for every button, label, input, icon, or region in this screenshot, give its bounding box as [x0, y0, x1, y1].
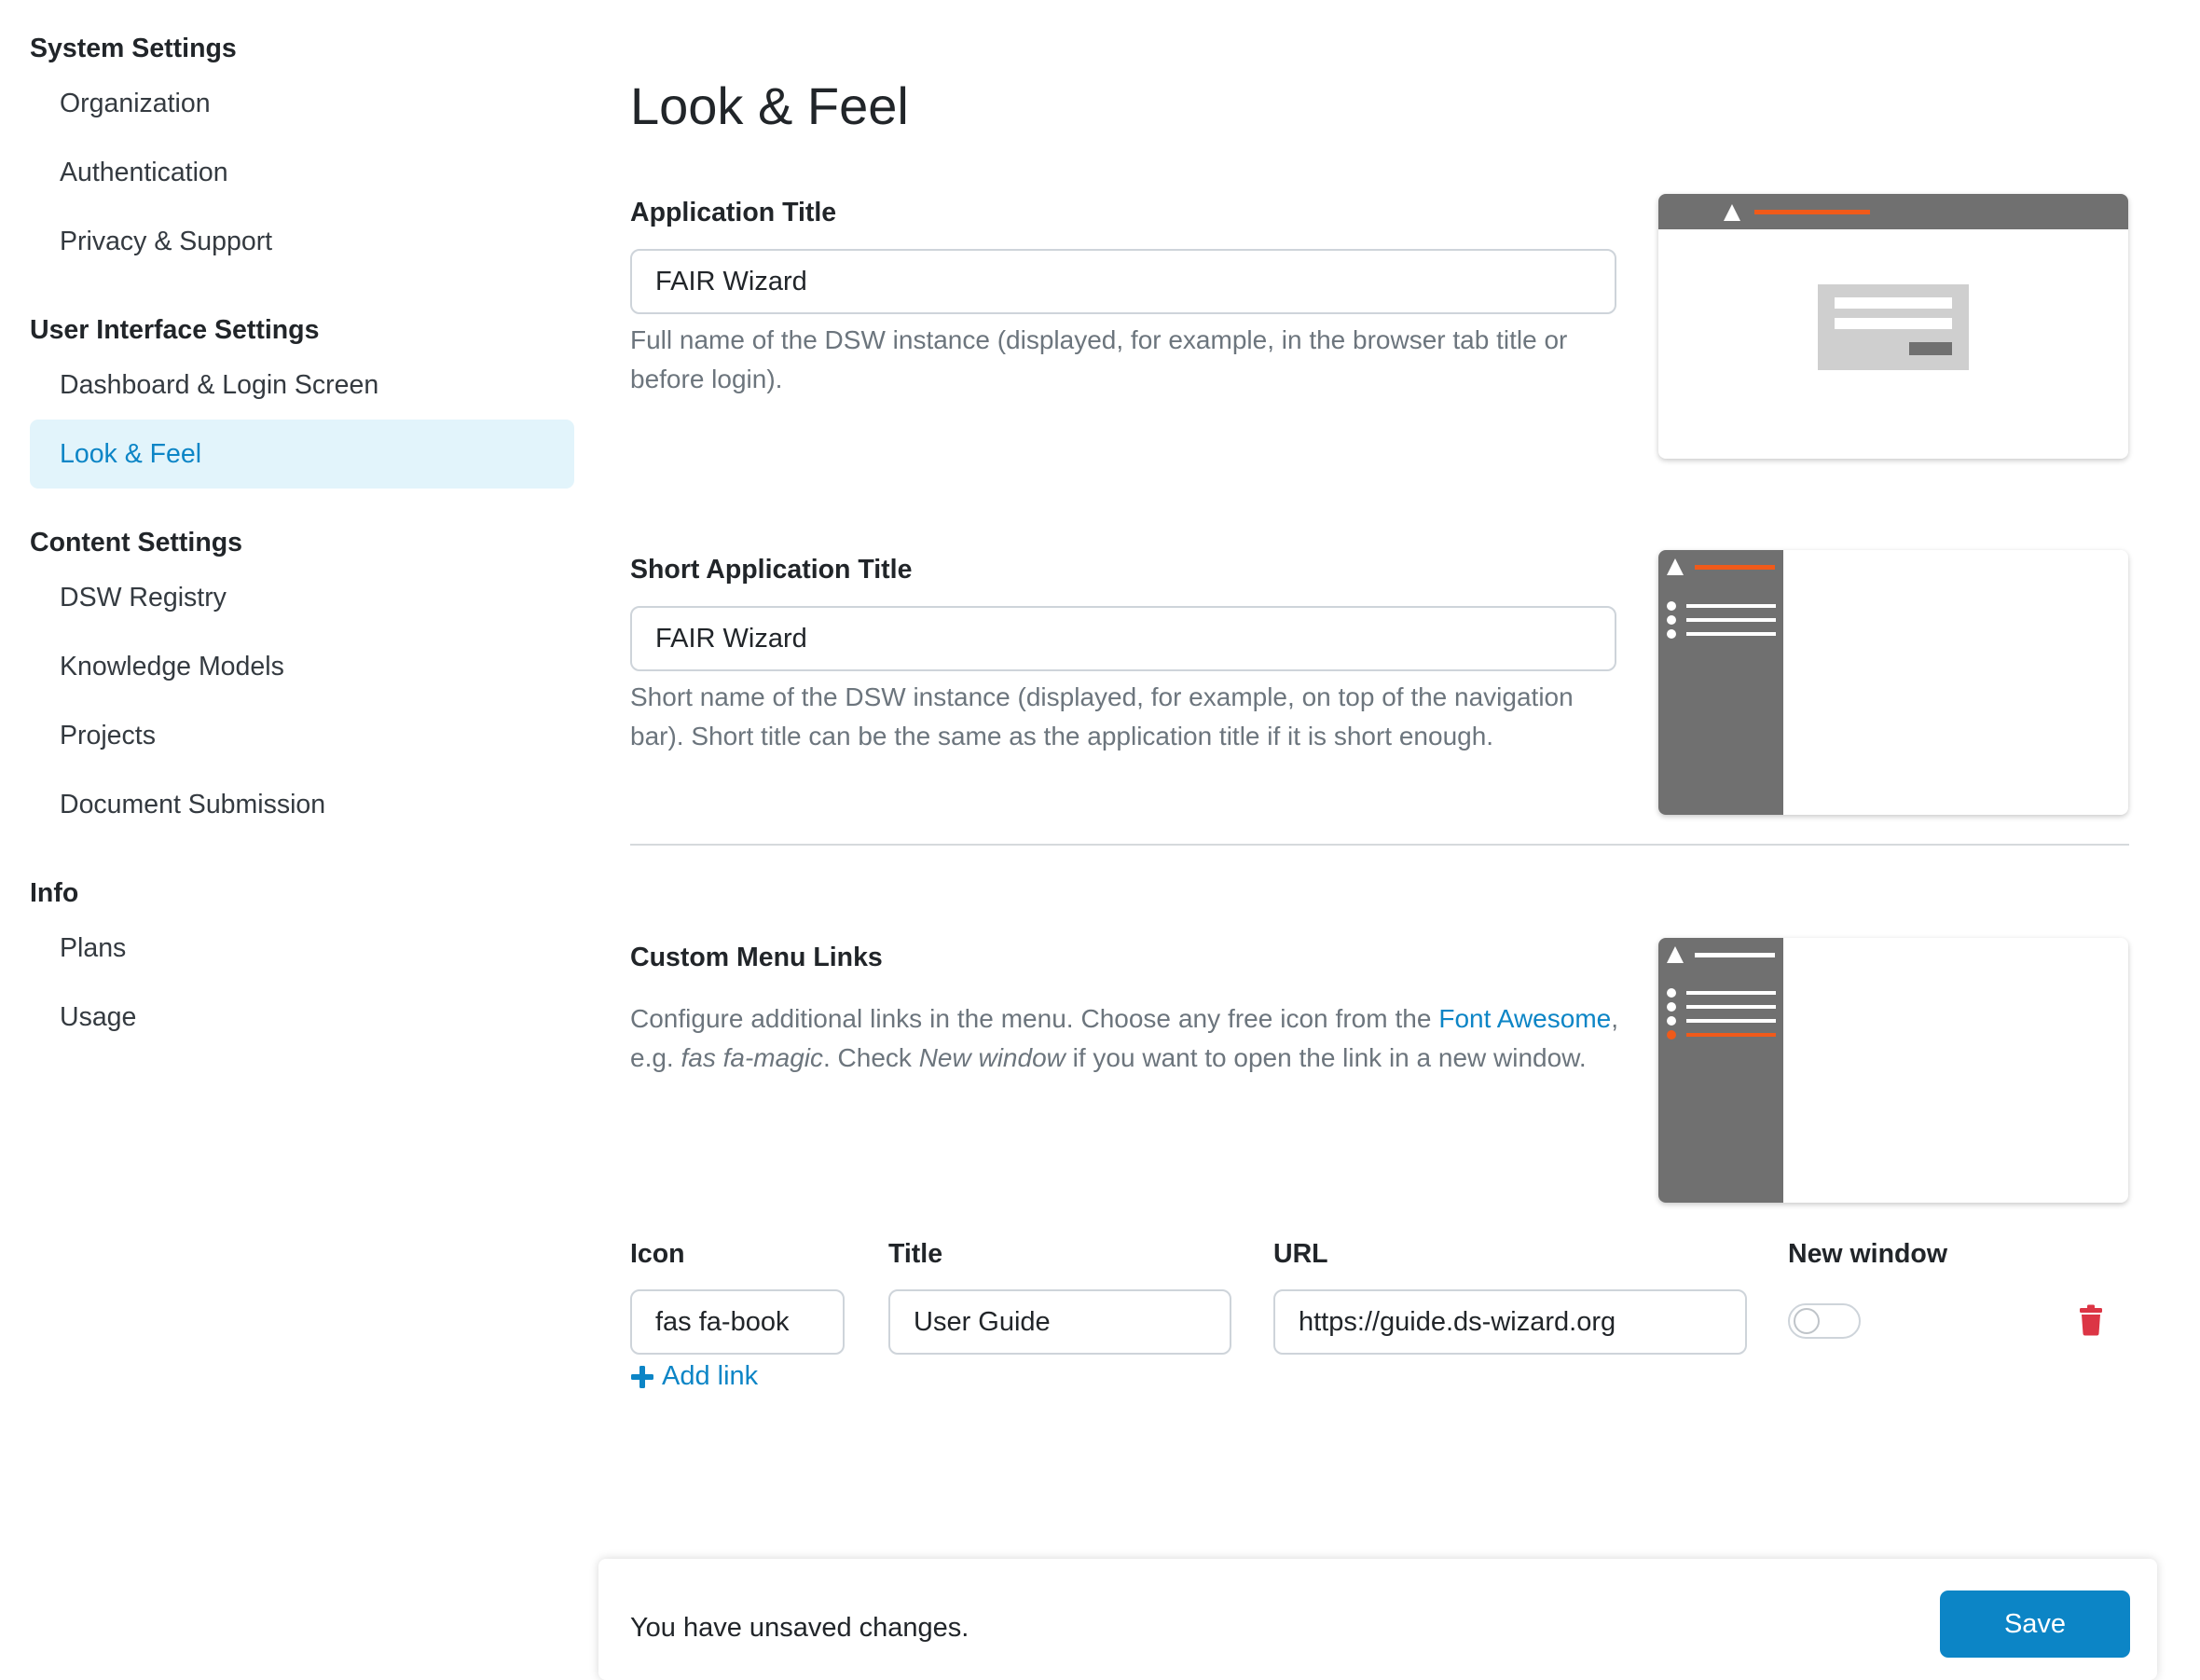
menu-links-preview [1658, 938, 2128, 1203]
settings-main: Look & Feel Application Title Full name … [630, 0, 2135, 1659]
sidebar-item-projects[interactable]: Projects [30, 701, 574, 770]
sidebar-section-system: System Settings Organization Authenticat… [30, 28, 574, 276]
app-title-preview [1658, 194, 2128, 459]
sidebar-item-usage[interactable]: Usage [30, 983, 574, 1052]
sidebar-item-plans[interactable]: Plans [30, 914, 574, 983]
link-title-input[interactable] [888, 1289, 1231, 1355]
sidebar-item-organization[interactable]: Organization [30, 69, 574, 138]
logo-triangle-icon [1667, 558, 1684, 575]
sidebar-item-dashboard-login[interactable]: Dashboard & Login Screen [30, 351, 574, 420]
short-title-label: Short Application Title [630, 555, 913, 585]
settings-sidebar: System Settings Organization Authenticat… [30, 28, 574, 1085]
column-header-title: Title [888, 1239, 943, 1269]
add-link-label: Add link [662, 1361, 759, 1391]
unsaved-changes-bar: You have unsaved changes. Save [598, 1559, 2157, 1680]
plus-icon [631, 1365, 653, 1388]
logo-triangle-icon [1724, 204, 1740, 221]
sidebar-item-look-feel[interactable]: Look & Feel [30, 420, 574, 489]
short-title-input[interactable] [630, 606, 1616, 671]
sidebar-section-info: Info Plans Usage [30, 873, 574, 1052]
sidebar-item-document-submission[interactable]: Document Submission [30, 770, 574, 839]
add-link-button[interactable]: Add link [630, 1361, 758, 1392]
sidebar-section-content: Content Settings DSW Registry Knowledge … [30, 522, 574, 839]
font-awesome-link[interactable]: Font Awesome [1438, 1004, 1611, 1033]
sidebar-heading: System Settings [30, 34, 237, 63]
short-title-preview [1658, 550, 2128, 815]
app-title-help: Full name of the DSW instance (displayed… [630, 325, 1568, 393]
menu-links-help: Configure additional links in the menu. … [630, 1004, 1618, 1072]
trash-icon[interactable] [2079, 1304, 2103, 1336]
link-url-input[interactable] [1273, 1289, 1747, 1355]
column-header-new-window: New window [1788, 1239, 1947, 1269]
section-divider [630, 844, 2129, 846]
login-box-illustration [1818, 284, 1969, 370]
app-title-input[interactable] [630, 249, 1616, 314]
save-button[interactable]: Save [1940, 1590, 2130, 1658]
app-title-label: Application Title [630, 198, 837, 227]
sidebar-item-privacy-support[interactable]: Privacy & Support [30, 207, 574, 276]
sidebar-item-authentication[interactable]: Authentication [30, 138, 574, 207]
new-window-toggle[interactable] [1788, 1303, 1861, 1339]
sidebar-heading: Content Settings [30, 528, 242, 558]
column-header-icon: Icon [630, 1239, 685, 1269]
sidebar-section-ui: User Interface Settings Dashboard & Logi… [30, 310, 574, 489]
short-title-help: Short name of the DSW instance (displaye… [630, 682, 1574, 750]
page-title: Look & Feel [630, 76, 909, 135]
sidebar-item-dsw-registry[interactable]: DSW Registry [30, 563, 574, 632]
link-icon-input[interactable] [630, 1289, 845, 1355]
column-header-url: URL [1273, 1239, 1328, 1269]
sidebar-item-knowledge-models[interactable]: Knowledge Models [30, 632, 574, 701]
logo-triangle-icon [1667, 946, 1684, 963]
sidebar-heading: Info [30, 878, 79, 908]
unsaved-changes-message: You have unsaved changes. [630, 1613, 969, 1643]
sidebar-heading: User Interface Settings [30, 315, 320, 345]
menu-links-label: Custom Menu Links [630, 943, 883, 972]
